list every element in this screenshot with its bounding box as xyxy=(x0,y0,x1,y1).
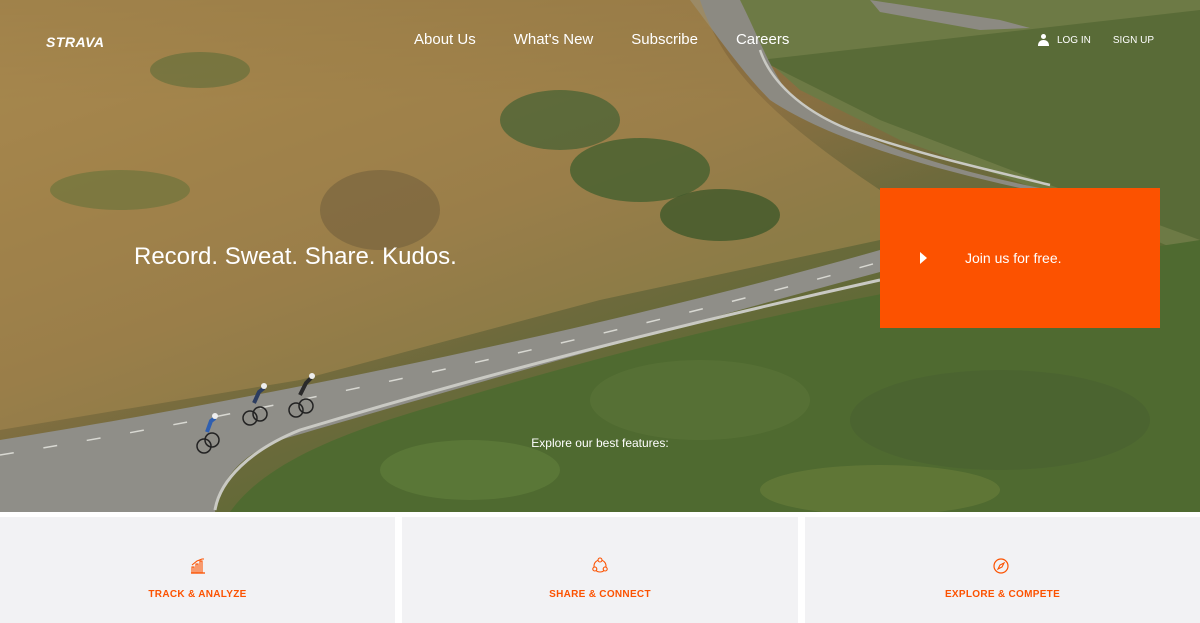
auth-links: LOG IN SIGN UP xyxy=(1037,34,1154,46)
compass-icon xyxy=(993,558,1009,574)
feature-card-share-connect[interactable]: SHARE & CONNECT xyxy=(402,517,798,623)
explore-features-text: Explore our best features: xyxy=(531,436,669,450)
feature-card-track-analyze[interactable]: TRACK & ANALYZE xyxy=(0,517,395,623)
play-arrow-icon xyxy=(920,252,927,264)
nav-link-whats-new[interactable]: What's New xyxy=(514,31,594,48)
hero-section: STRAVA About Us What's New Subscribe Car… xyxy=(0,0,1200,512)
connect-icon xyxy=(592,557,608,573)
feature-label-share-connect: SHARE & CONNECT xyxy=(549,589,651,600)
feature-card-explore-compete[interactable]: EXPLORE & COMPETE xyxy=(805,517,1200,623)
bar-chart-icon xyxy=(191,558,205,574)
strava-logo[interactable]: STRAVA xyxy=(46,34,104,50)
nav-link-subscribe[interactable]: Subscribe xyxy=(631,31,698,48)
feature-label-explore-compete: EXPLORE & COMPETE xyxy=(944,589,1061,600)
features-section: TRACK & ANALYZE SHARE & CONNECT EXPLORE … xyxy=(0,512,1200,623)
feature-label-track-analyze: TRACK & ANALYZE xyxy=(148,589,247,600)
signup-link[interactable]: SIGN UP xyxy=(1113,35,1154,46)
join-free-label: Join us for free. xyxy=(965,250,1062,266)
join-free-button[interactable]: Join us for free. xyxy=(880,188,1160,328)
hero-tagline: Record. Sweat. Share. Kudos. xyxy=(134,243,457,270)
login-link[interactable]: LOG IN xyxy=(1057,35,1091,46)
nav-link-about-us[interactable]: About Us xyxy=(414,31,476,48)
nav-links: About Us What's New Subscribe Careers xyxy=(414,31,827,48)
top-navigation: STRAVA About Us What's New Subscribe Car… xyxy=(0,0,1200,80)
user-icon[interactable] xyxy=(1037,34,1049,46)
nav-link-careers[interactable]: Careers xyxy=(736,31,789,48)
